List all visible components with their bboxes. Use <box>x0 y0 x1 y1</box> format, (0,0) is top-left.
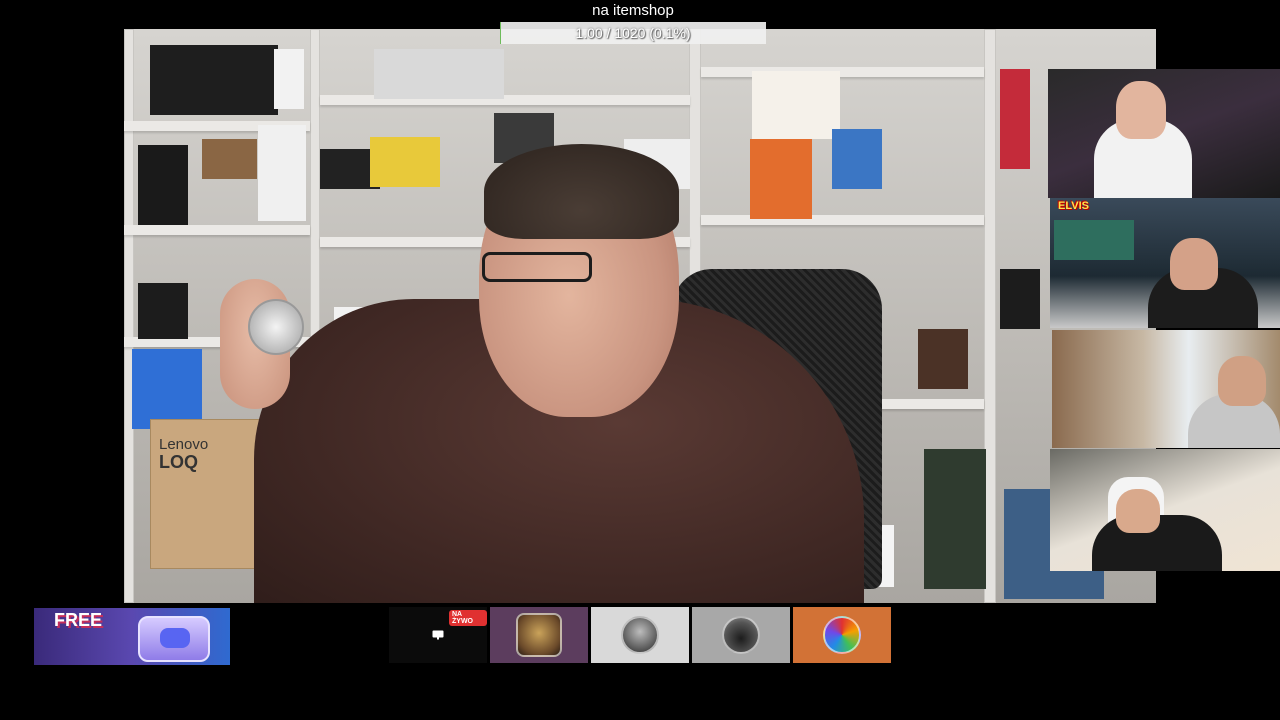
speaker <box>138 283 188 339</box>
bust-figure <box>918 329 968 389</box>
product-box <box>750 139 812 219</box>
main-video-feed: Lenovo LOQ <box>124 29 1156 603</box>
box-model-text: LOQ <box>159 452 198 472</box>
product-box <box>138 145 188 225</box>
streamer-cam-1[interactable] <box>1048 69 1280 198</box>
product-box <box>1000 269 1040 329</box>
product-box <box>752 71 840 139</box>
person-glasses <box>482 252 592 282</box>
monitor-icon <box>432 630 444 640</box>
product-box <box>924 449 986 589</box>
cardboard-box <box>202 139 257 179</box>
avatar <box>823 616 861 654</box>
streamer-cam-2[interactable]: ELVIS <box>1050 198 1280 328</box>
shelf-board <box>124 225 310 235</box>
promo-banner[interactable]: FREE <box>34 608 230 665</box>
streamer-cam-4[interactable] <box>1050 449 1280 571</box>
av-receiver <box>150 45 278 115</box>
cam-person-head <box>1116 489 1160 533</box>
goal-title: na itemshop <box>592 2 674 19</box>
box-brand-text: Lenovo <box>159 436 209 453</box>
game-box <box>132 349 202 429</box>
cam-person-head <box>1116 81 1166 139</box>
goal-progress-text: 1.00 / 1020 (0.1%) <box>575 25 691 41</box>
product-box <box>258 125 306 221</box>
avatar <box>722 616 760 654</box>
avatar <box>516 613 562 657</box>
product-box <box>832 129 882 189</box>
avatar <box>621 616 659 654</box>
streamer-cam-3[interactable] <box>1052 330 1280 448</box>
robot-vacuum <box>374 49 504 99</box>
participant-avatar-4[interactable] <box>793 607 891 663</box>
aquarium <box>1054 220 1134 260</box>
stopwatch-icon <box>248 299 304 355</box>
participant-avatar-1[interactable] <box>490 607 588 663</box>
product-box <box>370 137 440 187</box>
participant-avatar-3[interactable] <box>692 607 790 663</box>
cam-person-head <box>1170 238 1218 290</box>
book-box <box>1000 69 1030 169</box>
participant-screen[interactable]: NA ŻYWO <box>389 607 487 663</box>
shelf-board <box>701 67 984 77</box>
participant-avatar-2[interactable] <box>591 607 689 663</box>
goal-progress-bar: 1.00 / 1020 (0.1%) <box>500 22 766 44</box>
shelf-board <box>701 215 984 225</box>
cam-person-head <box>1218 356 1266 406</box>
promo-headline: FREE <box>54 610 103 630</box>
shelf-upright <box>124 29 134 603</box>
discord-chest-icon <box>138 616 210 662</box>
cam-tag: ELVIS <box>1058 200 1089 212</box>
person-hair <box>484 144 679 239</box>
device-box <box>274 49 304 109</box>
live-badge: NA ŻYWO <box>449 610 487 626</box>
